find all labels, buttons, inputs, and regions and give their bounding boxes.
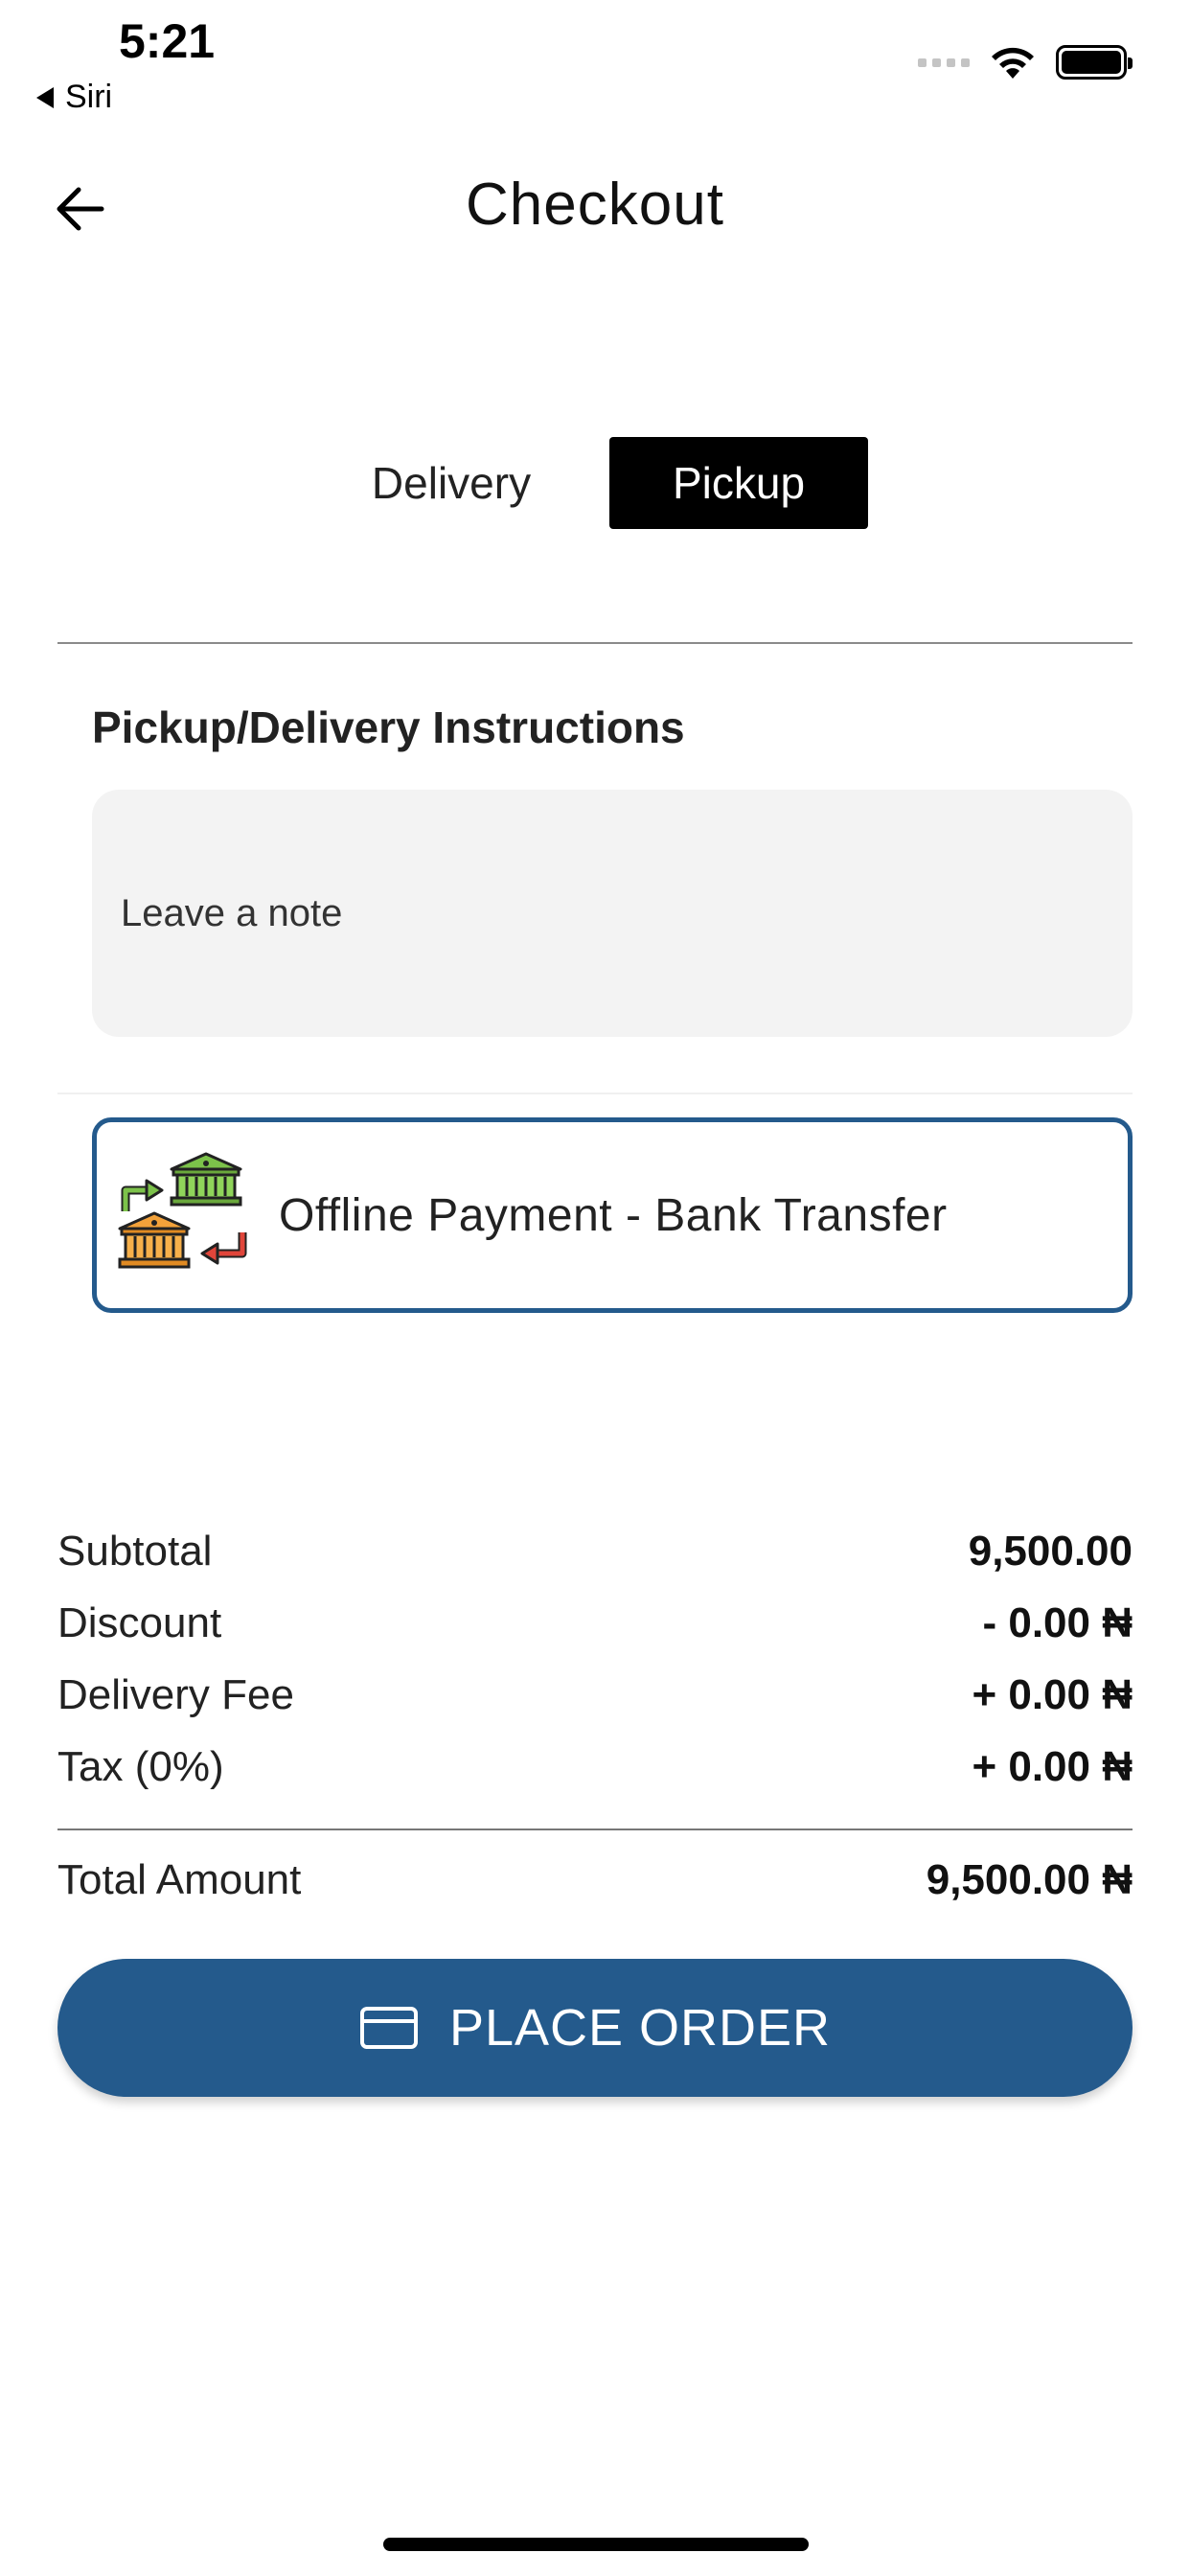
- status-time: 5:21: [119, 14, 216, 68]
- battery-icon: [1056, 45, 1133, 80]
- summary-row-total: Total Amount 9,500.00 ₦: [57, 1856, 1133, 1904]
- divider: [57, 642, 1133, 644]
- instructions-heading: Pickup/Delivery Instructions: [92, 702, 685, 752]
- tax-label: Tax (0%): [57, 1743, 224, 1790]
- delivery-fee-label: Delivery Fee: [57, 1671, 294, 1718]
- summary-row-tax: Tax (0%) + 0.00 ₦: [57, 1743, 1133, 1791]
- subtotal-label: Subtotal: [57, 1528, 213, 1575]
- credit-card-icon: [359, 2007, 418, 2049]
- cellular-signal-icon: [918, 58, 970, 67]
- tax-value: + 0.00 ₦: [972, 1743, 1133, 1790]
- wifi-icon: [992, 47, 1034, 79]
- payment-option-bank-transfer[interactable]: Offline Payment - Bank Transfer: [92, 1117, 1133, 1313]
- total-label: Total Amount: [57, 1856, 302, 1903]
- back-triangle-icon: [36, 86, 54, 108]
- tab-delivery[interactable]: Delivery: [341, 437, 561, 529]
- payment-option-label: Offline Payment - Bank Transfer: [279, 1189, 948, 1241]
- note-input[interactable]: Leave a note: [92, 790, 1133, 1037]
- summary-row-discount: Discount - 0.00 ₦: [57, 1599, 1133, 1647]
- divider: [57, 1092, 1133, 1094]
- note-placeholder: Leave a note: [121, 891, 343, 934]
- summary-row-delivery-fee: Delivery Fee + 0.00 ₦: [57, 1671, 1133, 1719]
- divider: [57, 1828, 1133, 1830]
- discount-value: - 0.00 ₦: [982, 1599, 1133, 1646]
- summary-row-subtotal: Subtotal 9,500.00: [57, 1528, 1133, 1576]
- back-to-siri-link[interactable]: Siri: [36, 79, 112, 116]
- page-title: Checkout: [466, 172, 724, 238]
- place-order-label: PLACE ORDER: [448, 1999, 832, 2057]
- home-indicator[interactable]: [383, 2538, 809, 2551]
- total-value: 9,500.00 ₦: [926, 1856, 1133, 1903]
- status-icons: [918, 44, 1133, 80]
- bank-transfer-icon: [118, 1152, 247, 1269]
- back-app-label: Siri: [65, 79, 113, 115]
- tab-pickup[interactable]: Pickup: [609, 437, 868, 529]
- discount-label: Discount: [57, 1599, 222, 1646]
- place-order-button[interactable]: PLACE ORDER: [57, 1959, 1133, 2097]
- delivery-fee-value: + 0.00 ₦: [972, 1671, 1133, 1718]
- subtotal-value: 9,500.00: [968, 1528, 1133, 1575]
